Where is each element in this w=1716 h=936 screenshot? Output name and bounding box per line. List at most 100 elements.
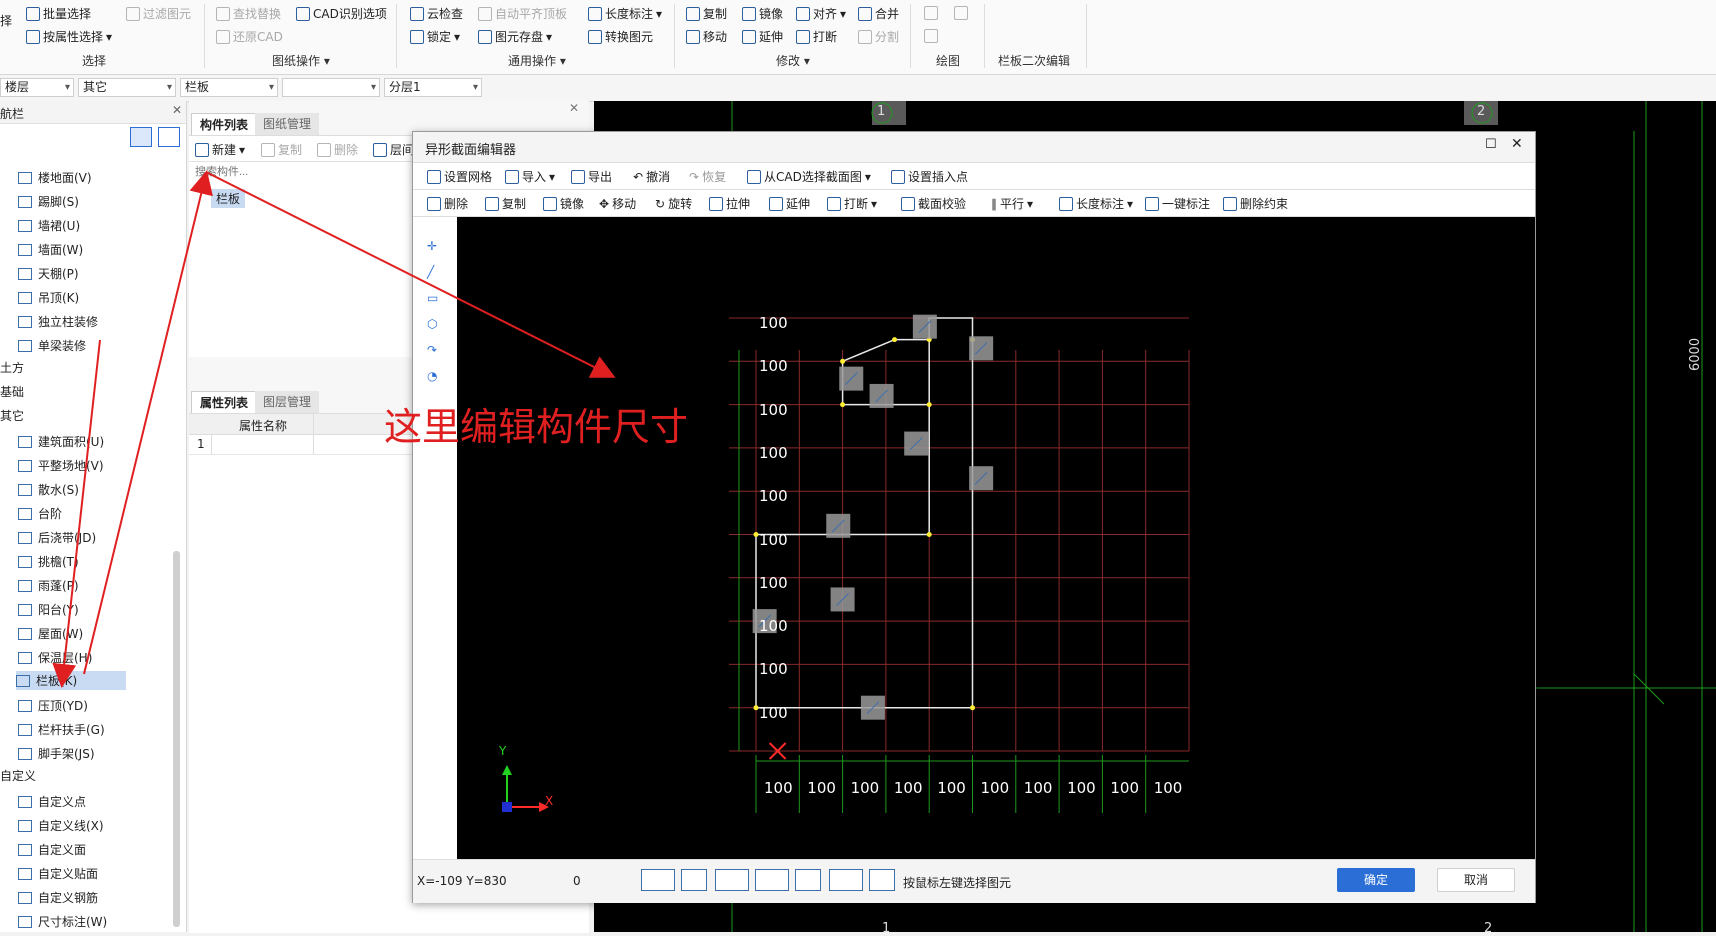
redo-button[interactable]: ↷ 恢复: [689, 168, 726, 185]
close-icon[interactable]: ✕: [172, 103, 182, 117]
length-mark-button[interactable]: 长度标注 ▾: [588, 5, 662, 22]
rect-tool-icon[interactable]: ▭: [427, 291, 438, 305]
tree-view-icon[interactable]: [158, 127, 180, 147]
tab-component-list[interactable]: 构件列表: [191, 113, 258, 136]
break-button[interactable]: 打断: [796, 28, 837, 45]
nav-item[interactable]: 平整场地(V): [18, 457, 104, 474]
restore-cad-button[interactable]: 还原CAD: [216, 28, 283, 45]
section-canvas[interactable]: 100 100 100 100 100 100 100 100 100 100 100 100 100…: [457, 217, 1535, 859]
constraint-toggle[interactable]: [795, 869, 821, 891]
cloud-check-button[interactable]: 云检查: [410, 5, 463, 22]
move-button[interactable]: ✥ 移动: [599, 195, 636, 212]
undo-button[interactable]: ↶ 撤消: [633, 168, 670, 185]
find-replace-button[interactable]: 查找替换: [216, 5, 281, 22]
nav-category[interactable]: 自定义: [0, 767, 36, 784]
tab-properties[interactable]: 属性列表: [191, 391, 258, 414]
merge-button[interactable]: 合并: [858, 5, 899, 22]
element-save-button[interactable]: 图元存盘 ▾: [478, 28, 552, 45]
nav-category[interactable]: 其它: [0, 407, 24, 424]
new-button[interactable]: 新建 ▾: [195, 141, 245, 158]
nav-item[interactable]: 尺寸标注(W): [18, 913, 107, 930]
nav-item[interactable]: 栏板(K): [16, 671, 126, 690]
split-button[interactable]: 分割: [858, 28, 899, 45]
select-from-cad-button[interactable]: 从CAD选择截面图 ▾: [747, 168, 871, 185]
nav-item[interactable]: 保温层(H): [18, 649, 92, 666]
layer-select[interactable]: 分层1: [384, 78, 482, 97]
nav-item[interactable]: 墙裙(U): [18, 217, 80, 234]
nav-item[interactable]: 脚手架(JS): [18, 745, 95, 762]
nav-scrollbar[interactable]: [173, 551, 180, 927]
lock-button[interactable]: 锁定 ▾: [410, 28, 460, 45]
nav-item[interactable]: 单梁装修: [18, 337, 86, 354]
cancel-button[interactable]: 取消: [1437, 868, 1515, 892]
delete-constraint-button[interactable]: 删除约束: [1223, 195, 1288, 212]
category-select[interactable]: 其它: [78, 78, 176, 97]
line-draw-icon[interactable]: [924, 6, 938, 20]
component-item[interactable]: 栏板: [211, 189, 246, 208]
select-by-attr-button[interactable]: 按属性选择 ▾: [26, 28, 112, 45]
length-dimension-button[interactable]: 长度标注 ▾: [1059, 195, 1133, 212]
nav-category[interactable]: 土方: [0, 359, 24, 376]
delete-component-button[interactable]: 删除: [317, 141, 358, 158]
mirror-button[interactable]: 镜像: [742, 5, 783, 22]
export-button[interactable]: 导出: [571, 168, 612, 185]
maximize-icon[interactable]: ☐: [1485, 137, 1497, 152]
nav-item[interactable]: 自定义面: [18, 841, 86, 858]
nav-item[interactable]: 雨蓬(P): [18, 577, 79, 594]
section-check-button[interactable]: 截面校验: [901, 195, 966, 212]
nav-item[interactable]: 楼地面(V): [18, 169, 92, 186]
component-select[interactable]: [282, 78, 380, 97]
copy-button[interactable]: 复制: [686, 5, 727, 22]
floor-select[interactable]: 楼层: [0, 78, 74, 97]
extend-button[interactable]: 延伸: [742, 28, 783, 45]
ortho-toggle[interactable]: [681, 869, 707, 891]
rect-draw-icon[interactable]: [954, 6, 968, 20]
copy-component-button[interactable]: 复制: [261, 141, 302, 158]
grid-snap-toggle[interactable]: [641, 869, 675, 891]
filter-element-button[interactable]: 过滤图元: [126, 5, 191, 22]
mirror-button[interactable]: 镜像: [543, 195, 584, 212]
nav-item[interactable]: 自定义钢筋: [18, 889, 98, 906]
break-button[interactable]: 打断 ▾: [827, 195, 877, 212]
convert-element-button[interactable]: 转换图元: [588, 28, 653, 45]
auto-align-button[interactable]: 自动平齐顶板: [478, 5, 567, 22]
align-button[interactable]: 对齐 ▾: [796, 5, 846, 22]
import-button[interactable]: 导入 ▾: [505, 168, 555, 185]
layer-copy-button[interactable]: 层间: [373, 141, 414, 158]
search-input[interactable]: [193, 165, 397, 179]
nav-item[interactable]: 压顶(YD): [18, 697, 88, 714]
close-icon[interactable]: ✕: [569, 101, 579, 115]
copy-button[interactable]: 复制: [485, 195, 526, 212]
object-snap-toggle[interactable]: [715, 869, 749, 891]
nav-item[interactable]: 阳台(Y): [18, 601, 79, 618]
nav-item[interactable]: 自定义点: [18, 793, 86, 810]
stretch-button[interactable]: 拉伸: [709, 195, 750, 212]
point-tool-icon[interactable]: ✛: [427, 239, 437, 253]
delete-button[interactable]: 删除: [427, 195, 468, 212]
dimension-toggle[interactable]: [755, 869, 789, 891]
tab-drawing-manage[interactable]: 图纸管理: [255, 113, 320, 135]
nav-item[interactable]: 独立柱装修: [18, 313, 98, 330]
nav-item[interactable]: 自定义贴面: [18, 865, 98, 882]
nav-item[interactable]: 屋面(W): [18, 625, 83, 642]
nav-item[interactable]: 天棚(P): [18, 265, 79, 282]
close-icon[interactable]: ✕: [1511, 136, 1523, 152]
list-view-icon[interactable]: [130, 127, 152, 147]
nav-item[interactable]: 挑檐(T): [18, 553, 79, 570]
arc-tool-icon[interactable]: ↷: [427, 343, 437, 357]
nav-item[interactable]: 建筑面积(U): [18, 433, 104, 450]
move-button[interactable]: 移动: [686, 28, 727, 45]
nav-item[interactable]: 吊顶(K): [18, 289, 79, 306]
nav-item[interactable]: 后浇带(JD): [18, 529, 96, 546]
nav-item[interactable]: 散水(S): [18, 481, 79, 498]
nav-item[interactable]: 墙面(W): [18, 241, 83, 258]
set-grid-button[interactable]: 设置网格: [427, 168, 492, 185]
component-type-select[interactable]: 栏板: [180, 78, 278, 97]
set-insert-point-button[interactable]: 设置插入点: [891, 168, 968, 185]
parallel-button[interactable]: ∥ 平行 ▾: [991, 195, 1033, 212]
line-tool-icon[interactable]: ╱: [427, 265, 434, 279]
check-toggle[interactable]: [829, 869, 863, 891]
one-key-dimension-button[interactable]: 一键标注: [1145, 195, 1210, 212]
circle-tool-icon[interactable]: ◔: [427, 369, 437, 383]
hint-icon[interactable]: [869, 869, 895, 891]
